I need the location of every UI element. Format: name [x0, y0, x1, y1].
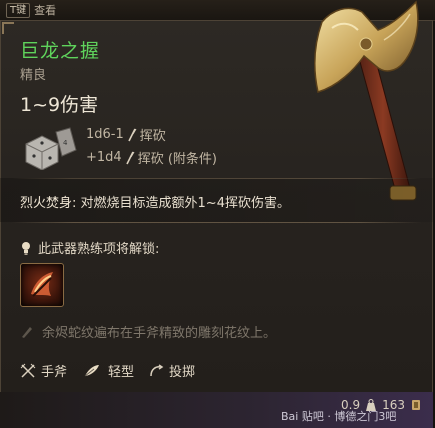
forum-watermark: Bai 贴吧 · 博德之门3吧: [281, 410, 397, 423]
quill-icon: [22, 326, 32, 338]
weapon-action-slot[interactable]: [20, 263, 64, 307]
slashing-icon: [125, 151, 135, 164]
damage-line-conditional: +1d4 挥砍 (附条件): [86, 148, 217, 167]
damage-dice-icon: 4: [25, 127, 77, 170]
weapon-action-icon: [31, 272, 53, 297]
divider: [12, 222, 421, 223]
passive-text: 对燃烧目标造成额外1~4挥砍伤害。: [80, 196, 290, 211]
lightbulb-icon: [22, 241, 30, 255]
property-label: 轻型: [108, 365, 135, 380]
item-rarity: 精良: [20, 68, 47, 83]
proficiency-heading: 此武器熟练项将解锁:: [20, 238, 159, 257]
property-thrown[interactable]: 投掷: [148, 361, 195, 380]
handaxe-artwork: [313, 0, 419, 201]
gold-coin-icon: [412, 400, 420, 410]
property-light[interactable]: 轻型: [81, 361, 134, 380]
inspect-label: 查看: [34, 4, 57, 17]
passive-name: 烈火焚身:: [20, 196, 77, 211]
property-label: 手斧: [41, 365, 68, 380]
tooltip-corner-ornament: [2, 22, 14, 34]
damage-dice: 1d6-1: [86, 127, 124, 142]
crossed-blades-icon: [20, 363, 36, 378]
weapon-properties: 手斧 轻型 投掷: [20, 361, 195, 380]
damage-dice: +1d4: [86, 150, 122, 165]
damage-type: 挥砍: [139, 129, 166, 144]
slashing-icon: [128, 128, 137, 141]
flavor-text-content: 余烬蛇纹遍布在手斧精致的雕刻花纹上。: [42, 326, 277, 341]
item-name: 巨龙之握: [20, 40, 101, 62]
inspect-hint[interactable]: T键 查看: [6, 2, 56, 18]
property-label: 投掷: [169, 365, 196, 380]
proficiency-title: 此武器熟练项将解锁:: [38, 242, 160, 257]
throw-icon: [150, 363, 164, 376]
feather-icon: [84, 364, 100, 376]
damage-type: 挥砍 (附条件): [137, 152, 217, 167]
damage-line-main: 1d6-1 挥砍: [86, 125, 166, 144]
damage-total: 1~9伤害: [20, 94, 99, 116]
property-handaxe[interactable]: 手斧: [20, 361, 67, 380]
flavor-text: 余烬蛇纹遍布在手斧精致的雕刻花纹上。: [20, 322, 276, 341]
key-badge: T键: [6, 2, 31, 18]
svg-text:4: 4: [63, 139, 68, 147]
passive-effect: 烈火焚身: 对燃烧目标造成额外1~4挥砍伤害。: [20, 192, 290, 211]
